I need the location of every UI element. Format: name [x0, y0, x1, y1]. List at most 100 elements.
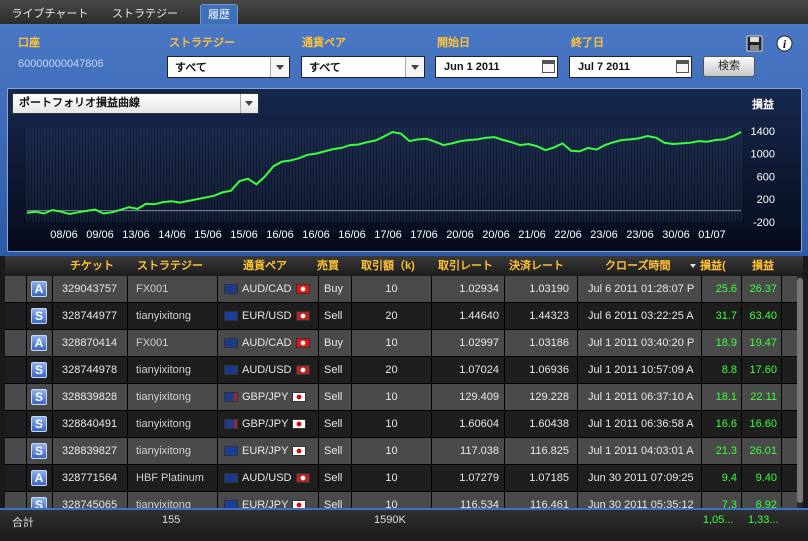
ticket-cell: 328745065: [53, 492, 128, 508]
row-gutter: [5, 330, 27, 356]
amount-cell: 10: [352, 438, 432, 464]
pair-cell: GBP/JPY: [218, 411, 319, 437]
table-row[interactable]: A 328771564 HBF Platinum AUD/USD Sell 10 1.072…: [5, 465, 803, 492]
column-header[interactable]: 取引レート: [438, 256, 498, 276]
table-row[interactable]: S 328839827 tianyixitong EUR/JPY Sell 10 117.0…: [5, 438, 803, 465]
eu-flag-icon: [224, 446, 238, 457]
pips-cell: 9.4: [702, 465, 742, 491]
table-row[interactable]: S 328745065 tianyixitong EUR/JPY Sell 10 116.5…: [5, 492, 803, 508]
totals-pl: 1,33...: [748, 514, 779, 526]
pair-cell: AUD/CAD: [218, 276, 319, 302]
amount-cell: 10: [352, 465, 432, 491]
rate-cell: 1.02934: [432, 276, 505, 302]
x-tick-label: 20/06: [446, 229, 474, 241]
strategy-badge-icon: S: [31, 362, 47, 378]
column-header[interactable]: チケット: [70, 256, 125, 276]
pl-cell: 8.92: [742, 492, 782, 508]
row-gutter: [5, 411, 27, 437]
history-table: チケット ストラテジー 通貨ペア 売買 取引額（k) 取引レート 決済レート クローズ時間 損益…: [5, 256, 803, 508]
rate-cell: 1.07024: [432, 357, 505, 383]
strategy-badge-icon: S: [31, 389, 47, 405]
x-tick-label: 30/06: [662, 229, 690, 241]
table-row[interactable]: A 329043757 FX001 AUD/CAD Buy 10 1.02934 1.0319…: [5, 276, 803, 303]
close-rate-cell: 1.03186: [505, 330, 578, 356]
close-rate-cell: 1.06936: [505, 357, 578, 383]
pair-text: AUD/USD: [242, 364, 292, 376]
totals-footer: 合計 155 1590K 1,05... 1,33...: [0, 508, 808, 541]
strategy-cell: tianyixitong: [128, 411, 218, 437]
pl-cell: 19.47: [742, 330, 782, 356]
table-row[interactable]: S 328744977 tianyixitong EUR/USD Sell 20 1.446…: [5, 303, 803, 330]
close-rate-cell: 116.825: [505, 438, 578, 464]
close-rate-cell: 1.07185: [505, 465, 578, 491]
side-cell: Sell: [319, 465, 352, 491]
x-tick-label: 15/06: [230, 229, 258, 241]
strategy-type-cell: S: [27, 492, 53, 508]
strategy-badge-icon: S: [31, 497, 47, 508]
vertical-scrollbar[interactable]: [797, 276, 803, 508]
row-gutter: [5, 303, 27, 329]
strategy-type-cell: A: [27, 330, 53, 356]
sort-desc-icon[interactable]: [690, 264, 696, 268]
y-tick-label: -200: [753, 217, 775, 229]
automated-badge-icon: A: [31, 281, 47, 297]
amount-cell: 20: [352, 303, 432, 329]
close-time-cell: Jun 30 2011 07:09:25: [578, 465, 702, 491]
us-flag-icon: [295, 473, 310, 484]
totals-pips: 1,05...: [703, 514, 734, 526]
table-row[interactable]: S 328840491 tianyixitong GBP/JPY Sell 10 1.606…: [5, 411, 803, 438]
strategy-type-cell: S: [27, 438, 53, 464]
x-tick-label: 16/06: [266, 229, 294, 241]
close-time-cell: Jul 6 2011 01:28:07 P: [578, 276, 702, 302]
jp-flag-icon: [292, 419, 307, 430]
column-header[interactable]: 売買: [317, 256, 347, 276]
pnl-line-chart: 損益 1400 1000 600 200 -200 08/06 09/06 13/06 14/06…: [26, 97, 775, 241]
column-header[interactable]: ストラテジー: [137, 256, 217, 276]
side-cell: Sell: [319, 411, 352, 437]
row-gutter: [5, 465, 27, 491]
row-gutter: [5, 492, 27, 508]
strategy-cell: tianyixitong: [128, 438, 218, 464]
column-header[interactable]: 損益: [752, 256, 782, 276]
au-flag-icon: [224, 365, 238, 376]
pair-text: GBP/JPY: [242, 418, 289, 430]
ticket-cell: 328771564: [53, 465, 128, 491]
close-time-cell: Jun 30 2011 05:35:12: [578, 492, 702, 508]
side-cell: Sell: [319, 492, 352, 508]
table-row[interactable]: A 328870414 FX001 AUD/CAD Buy 10 1.02997 1.0318…: [5, 330, 803, 357]
table-header: チケット ストラテジー 通貨ペア 売買 取引額（k) 取引レート 決済レート クローズ時間 損益…: [5, 256, 803, 276]
pair-cell: GBP/JPY: [218, 384, 319, 410]
column-header[interactable]: 通貨ペア: [243, 256, 298, 276]
au-flag-icon: [224, 473, 238, 484]
column-header[interactable]: 損益(: [700, 256, 730, 276]
close-time-cell: Jul 1 2011 06:37:10 A: [578, 384, 702, 410]
column-header[interactable]: 取引額（k): [361, 256, 431, 276]
close-time-cell: Jul 1 2011 04:03:01 A: [578, 438, 702, 464]
jp-flag-icon: [292, 392, 307, 403]
pips-cell: 21.3: [702, 438, 742, 464]
ca-flag-icon: [295, 338, 310, 349]
x-tick-label: 16/06: [302, 229, 330, 241]
eu-flag-icon: [224, 500, 238, 508]
ticket-cell: 328840491: [53, 411, 128, 437]
ticket-cell: 328744978: [53, 357, 128, 383]
side-cell: Sell: [319, 357, 352, 383]
x-tick-label: 21/06: [518, 229, 546, 241]
pl-cell: 26.01: [742, 438, 782, 464]
ca-flag-icon: [295, 284, 310, 295]
x-tick-label: 14/06: [158, 229, 186, 241]
jp-flag-icon: [292, 446, 307, 457]
x-tick-label: 15/06: [194, 229, 222, 241]
column-header[interactable]: 決済レート: [509, 256, 571, 276]
scrollbar-thumb[interactable]: [797, 278, 803, 503]
column-header[interactable]: クローズ時間: [605, 256, 695, 276]
pair-text: AUD/CAD: [242, 337, 292, 349]
pair-text: AUD/USD: [242, 472, 292, 484]
table-row[interactable]: S 328744978 tianyixitong AUD/USD Sell 20 1.070…: [5, 357, 803, 384]
close-time-cell: Jul 1 2011 03:40:20 P: [578, 330, 702, 356]
close-rate-cell: 116.461: [505, 492, 578, 508]
amount-cell: 10: [352, 276, 432, 302]
table-row[interactable]: S 328839828 tianyixitong GBP/JPY Sell 10 129.4…: [5, 384, 803, 411]
strategy-cell: FX001: [128, 276, 218, 302]
pips-cell: 16.6: [702, 411, 742, 437]
